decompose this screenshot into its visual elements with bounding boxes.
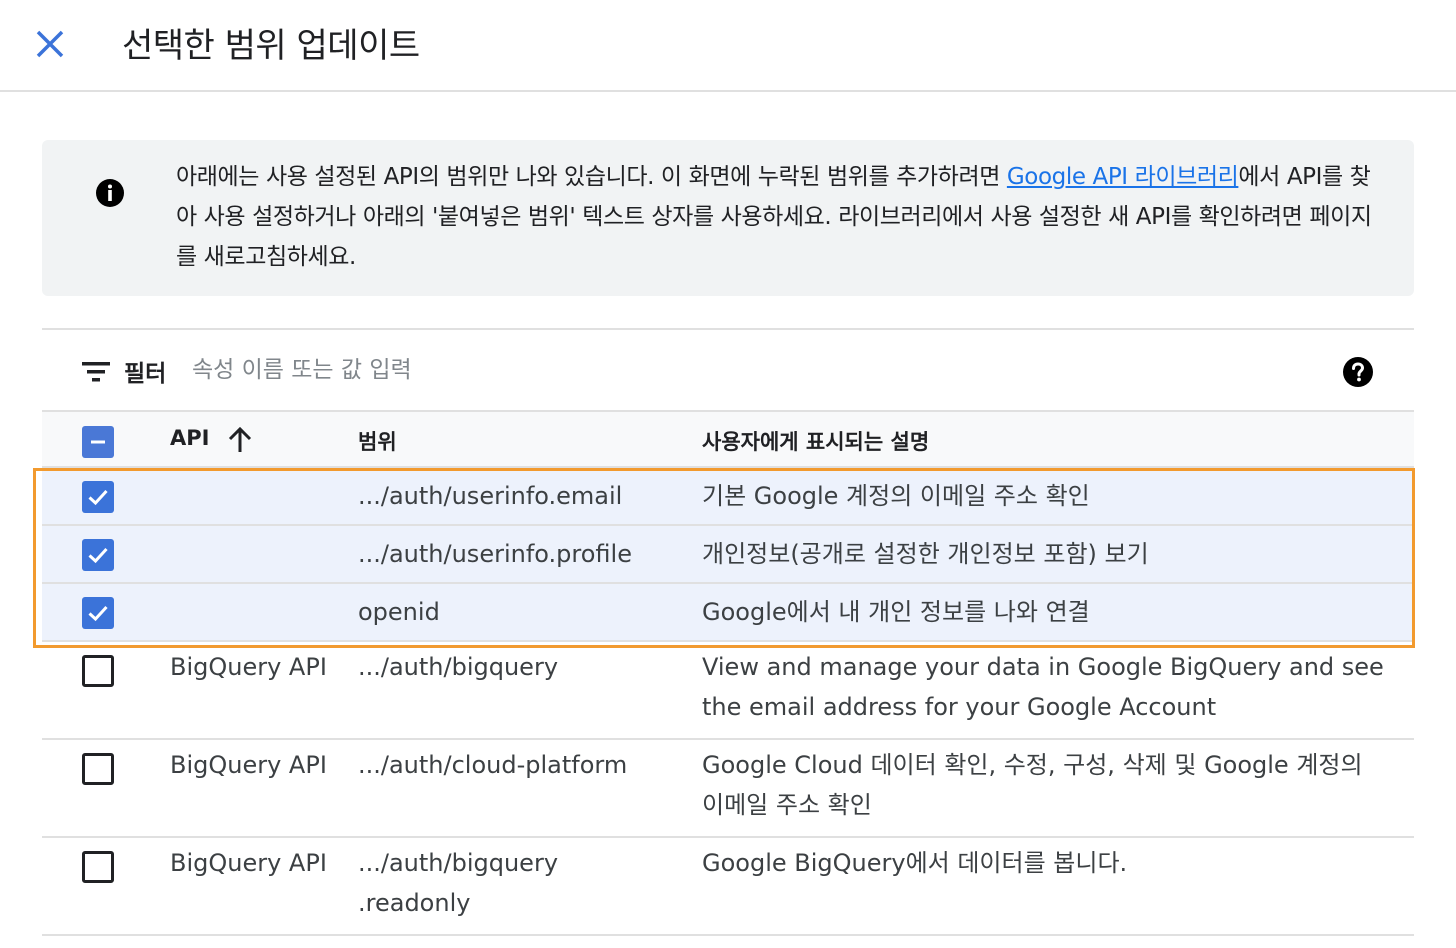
table-header: API 범위 사용자에게 표시되는 설명 [42,412,1414,468]
api-library-link[interactable]: Google API 라이브러리 [1007,164,1239,190]
cell-description: 개인정보(공개로 설정한 개인정보 포함) 보기 [702,540,1149,568]
cell-scope: .../auth/userinfo.profile [358,540,632,568]
cell-scope: .../auth/cloud-platform [358,751,628,779]
filter-label: 필터 [124,361,167,387]
cell-scope: openid [358,598,440,626]
filter-icon [82,362,110,382]
cell-description: 기본 Google 계정의 이메일 주소 확인 [702,482,1090,510]
cell-api: BigQuery API [170,849,327,877]
filter-input[interactable] [192,352,1292,388]
info-text: 아래에는 사용 설정된 API의 범위만 나와 있습니다. 이 화면에 누락된 … [176,157,1386,277]
page-title: 선택한 범위 업데이트 [122,26,420,66]
column-header-api[interactable]: API [170,426,209,450]
check-icon [88,605,108,622]
info-text-part: 아래에는 사용 설정된 API의 범위만 나와 있습니다. 이 화면에 누락된 … [176,164,1007,190]
row-checkbox[interactable] [82,753,114,785]
cell-description: View and manage your data in Google BigQ… [702,653,1384,721]
row-checkbox[interactable] [82,655,114,687]
cell-scope: .../auth/bigquery .readonly [358,849,559,917]
cell-api: BigQuery API [170,751,327,779]
cell-description: Google에서 내 개인 정보를 나와 연결 [702,598,1090,626]
select-all-checkbox[interactable] [82,426,114,458]
row-checkbox[interactable] [82,597,114,629]
row-checkbox[interactable] [82,539,114,571]
close-button[interactable] [30,24,70,64]
arrow-up-icon[interactable] [226,426,254,454]
cell-scope: .../auth/userinfo.email [358,482,623,510]
info-icon [96,179,124,207]
table-row[interactable]: openid Google에서 내 개인 정보를 나와 연결 [42,584,1414,642]
row-checkbox[interactable] [82,481,114,513]
help-icon[interactable] [1342,356,1374,388]
minus-icon [91,440,105,444]
check-icon [88,547,108,564]
table-row[interactable]: .../auth/userinfo.profile 개인정보(공개로 설정한 개… [42,526,1414,584]
close-icon [36,30,64,58]
table-row[interactable]: .../auth/userinfo.email 기본 Google 계정의 이메… [42,468,1414,526]
table-row[interactable]: BigQuery API .../auth/bigquery .readonly… [42,838,1414,936]
scopes-table: API 범위 사용자에게 표시되는 설명 .../auth/userinfo.e… [42,412,1414,936]
cell-api: BigQuery API [170,653,327,681]
column-header-scope: 범위 [358,430,397,454]
column-header-description: 사용자에게 표시되는 설명 [702,430,930,454]
table-row[interactable]: BigQuery API .../auth/bigquery View and … [42,642,1414,740]
dialog-header: 선택한 범위 업데이트 [0,0,1456,92]
table-row[interactable]: BigQuery API .../auth/cloud-platform Goo… [42,740,1414,838]
row-checkbox[interactable] [82,851,114,883]
cell-scope: .../auth/bigquery [358,653,559,681]
check-icon [88,489,108,506]
cell-description: Google BigQuery에서 데이터를 봅니다. [702,849,1128,877]
cell-description: Google Cloud 데이터 확인, 수정, 구성, 삭제 및 Google… [702,751,1363,819]
info-banner: 아래에는 사용 설정된 API의 범위만 나와 있습니다. 이 화면에 누락된 … [42,140,1414,296]
filter-bar: 필터 [42,328,1414,412]
